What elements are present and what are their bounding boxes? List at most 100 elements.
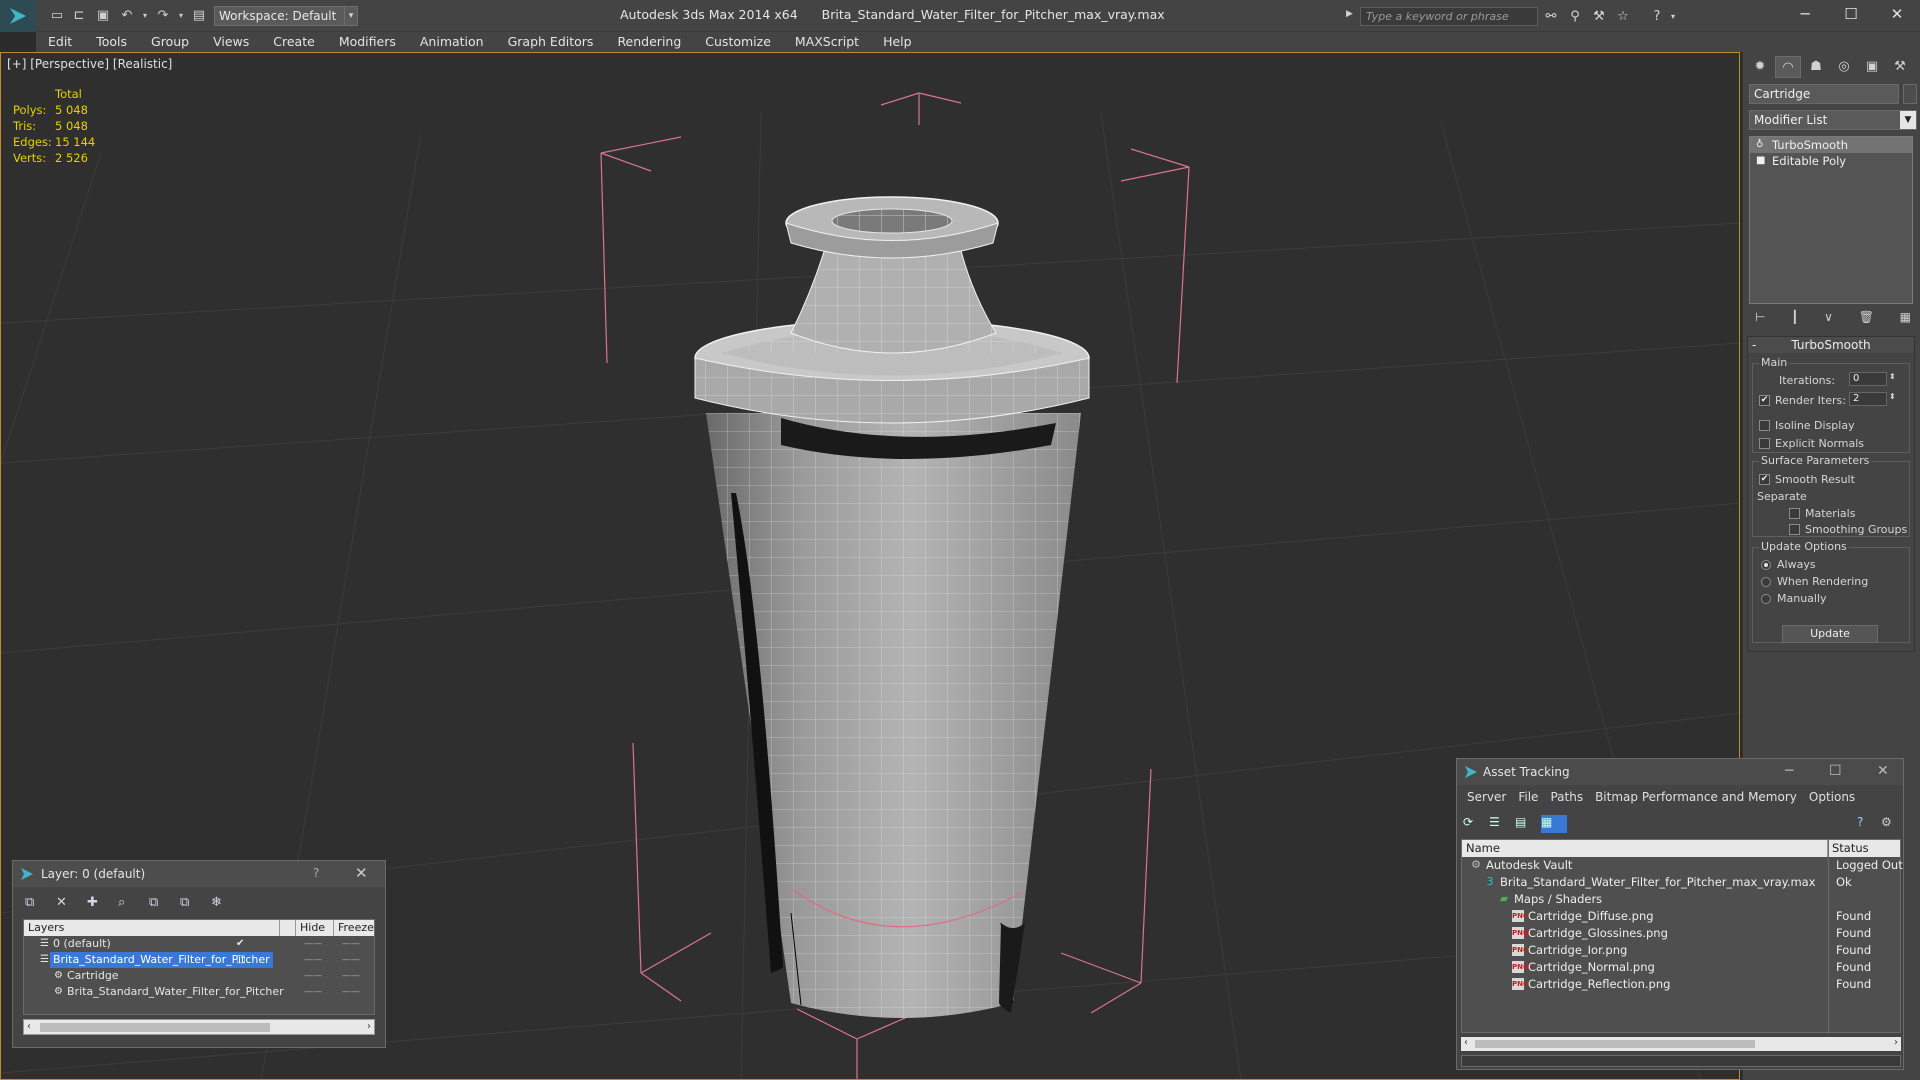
help-icon[interactable]: ? <box>1857 815 1863 829</box>
spinner-arrows-icon[interactable]: ⬍ <box>1889 392 1896 401</box>
freeze-toggle[interactable]: —— <box>342 952 360 968</box>
rollout-header[interactable]: - TurboSmooth <box>1748 337 1914 353</box>
dialog-title-bar[interactable]: Asset Tracking ─ ☐ ✕ <box>1457 759 1903 785</box>
asset-path-field[interactable] <box>1461 1055 1901 1067</box>
search-expand-icon[interactable]: ▶ <box>1346 9 1353 19</box>
create-layer-icon[interactable]: ⧉ <box>25 895 56 913</box>
hide-toggle[interactable]: —— <box>304 952 322 968</box>
menu-rendering[interactable]: Rendering <box>605 32 693 52</box>
asset-row[interactable]: PNG Cartridge_Reflection.png Found <box>1462 976 1900 993</box>
menu-maxscript[interactable]: MAXScript <box>783 32 871 52</box>
menu-views[interactable]: Views <box>201 32 261 52</box>
maximize-button[interactable]: ☐ <box>1828 0 1874 28</box>
modifier-list-dropdown[interactable]: Modifier List ▼ <box>1749 110 1917 130</box>
freeze-all-layers-icon[interactable]: ❄ <box>211 895 242 913</box>
asset-horizontal-scrollbar[interactable]: ‹ › <box>1461 1037 1901 1051</box>
scroll-thumb[interactable] <box>40 1023 270 1032</box>
close-icon[interactable]: ✕ <box>355 864 368 882</box>
asset-row[interactable]: PNG Cartridge_Diffuse.png Found <box>1462 908 1900 925</box>
close-icon[interactable]: ✕ <box>1877 763 1889 779</box>
hierarchy-tab-icon[interactable]: ☗ <box>1803 56 1829 78</box>
smooth-result-checkbox[interactable]: ✔ <box>1759 474 1770 485</box>
asset-row[interactable]: ⚙ Autodesk Vault Logged Out <box>1462 857 1903 874</box>
smoothing-groups-checkbox[interactable] <box>1789 524 1800 535</box>
asset-row[interactable]: ▰ Maps / Shaders <box>1462 891 1900 908</box>
configure-modifier-sets-icon[interactable]: ▦ <box>1900 310 1911 328</box>
layer-name[interactable]: Brita_Standard_Water_Filter_for_Pitcher <box>64 984 287 1000</box>
chevron-left-icon[interactable]: ‹ <box>27 1020 31 1034</box>
col-hide[interactable]: Hide <box>296 920 334 936</box>
isoline-display-checkbox[interactable] <box>1759 420 1770 431</box>
col-status[interactable]: Status <box>1828 840 1902 857</box>
menu-edit[interactable]: Edit <box>36 32 84 52</box>
cartridge-model[interactable] <box>694 196 1090 1018</box>
object-name-field[interactable]: Cartridge <box>1749 84 1899 104</box>
menu-tools[interactable]: Tools <box>84 32 139 52</box>
show-end-result-icon[interactable]: ┃ <box>1791 310 1798 328</box>
always-radio[interactable] <box>1761 560 1771 570</box>
add-to-layer-icon[interactable]: ✚ <box>87 895 118 913</box>
menu-animation[interactable]: Animation <box>408 32 496 52</box>
refresh-icon[interactable]: ⟳ <box>1463 815 1489 833</box>
highlight-layer-icon[interactable]: ⧉ <box>149 895 180 913</box>
explicit-normals-checkbox[interactable] <box>1759 438 1770 449</box>
menu-modifiers[interactable]: Modifiers <box>327 32 408 52</box>
pin-stack-icon[interactable]: ⊢ <box>1755 310 1765 328</box>
favorites-star-icon[interactable]: ☆ <box>1614 8 1632 26</box>
app-logo-button[interactable] <box>0 0 36 32</box>
freeze-toggle[interactable]: —— <box>342 936 360 952</box>
close-button[interactable]: ✕ <box>1874 0 1920 28</box>
layer-horizontal-scrollbar[interactable]: ‹ › <box>23 1019 375 1035</box>
asset-menu-server[interactable]: Server <box>1461 789 1512 805</box>
redo-dropdown-icon[interactable]: ▾ <box>172 7 190 25</box>
help-icon[interactable]: ? <box>313 866 319 880</box>
object-color-swatch[interactable] <box>1903 84 1917 104</box>
project-folder-icon[interactable]: ▤ <box>190 7 208 25</box>
hide-toggle[interactable]: —— <box>304 936 322 952</box>
asset-row[interactable]: PNG Cartridge_Normal.png Found <box>1462 959 1900 976</box>
asset-menu-file[interactable]: File <box>1512 789 1544 805</box>
undo-dropdown-icon[interactable]: ▾ <box>136 7 154 25</box>
update-button[interactable]: Update <box>1782 625 1878 643</box>
stack-item-editable-poly[interactable]: ■ Editable Poly <box>1750 153 1912 169</box>
asset-menu-paths[interactable]: Paths <box>1544 789 1589 805</box>
scroll-thumb[interactable] <box>1475 1040 1755 1048</box>
maximize-icon[interactable]: ☐ <box>1829 763 1842 779</box>
save-file-icon[interactable]: ▣ <box>94 7 112 25</box>
undo-icon[interactable]: ↶ <box>118 7 136 25</box>
chevron-left-icon[interactable]: ‹ <box>1464 1037 1468 1048</box>
menu-help[interactable]: Help <box>871 32 924 52</box>
select-objects-icon[interactable]: ⌕ <box>118 895 149 913</box>
layer-row[interactable]: ☰ Brita_Standard_Water_Filter_for_Pitcher… <box>24 952 374 968</box>
table-view-icon[interactable]: ▦ <box>1541 815 1567 833</box>
layer-name[interactable]: Cartridge <box>64 968 122 984</box>
layer-row[interactable]: ⚙ Brita_Standard_Water_Filter_for_Pitcher… <box>24 984 374 1000</box>
hide-toggle[interactable]: —— <box>304 968 322 984</box>
asset-row[interactable]: PNG Cartridge_Glossines.png Found <box>1462 925 1900 942</box>
menu-customize[interactable]: Customize <box>693 32 783 52</box>
delete-layer-icon[interactable]: ✕ <box>56 895 87 913</box>
menu-graph-editors[interactable]: Graph Editors <box>496 32 606 52</box>
create-tab-icon[interactable]: ✹ <box>1747 56 1773 78</box>
remove-modifier-icon[interactable]: 🗑 <box>1859 310 1874 328</box>
search-input[interactable]: Type a keyword or phrase <box>1360 7 1538 26</box>
quick-access-dropdown[interactable]: ▾ <box>344 6 358 26</box>
materials-checkbox[interactable] <box>1789 508 1800 519</box>
display-tab-icon[interactable]: ▣ <box>1859 56 1885 78</box>
menu-group[interactable]: Group <box>139 32 201 52</box>
modify-tab-icon[interactable]: ◠ <box>1775 56 1801 78</box>
asset-menu-options[interactable]: Options <box>1803 789 1861 805</box>
subscription-icon[interactable]: ⚲ <box>1566 8 1584 26</box>
list-view-icon[interactable]: ☰ <box>1489 815 1515 833</box>
help-dropdown-icon[interactable]: ▾ <box>1664 8 1682 26</box>
binoculars-icon[interactable]: ⚯ <box>1542 8 1560 26</box>
col-name[interactable]: Name <box>1462 840 1828 857</box>
col-layers[interactable]: Layers <box>24 920 280 936</box>
make-unique-icon[interactable]: ∨ <box>1824 310 1833 328</box>
open-file-icon[interactable]: ⊏ <box>70 7 88 25</box>
freeze-toggle[interactable]: —— <box>342 984 360 1000</box>
redo-icon[interactable]: ↷ <box>154 7 172 25</box>
settings-icon[interactable]: ⚙ <box>1881 815 1892 829</box>
motion-tab-icon[interactable]: ◎ <box>1831 56 1857 78</box>
menu-create[interactable]: Create <box>261 32 327 52</box>
